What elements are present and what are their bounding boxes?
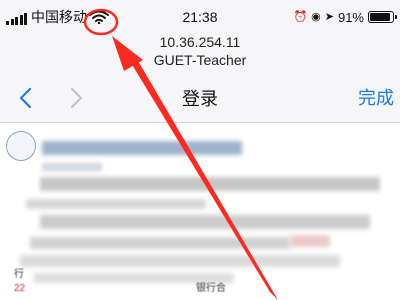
blurred-text-line	[40, 177, 380, 191]
alarm-icon: ⏰	[293, 11, 308, 23]
footer-number: 22	[14, 283, 26, 294]
host-info: 10.36.254.11 GUET-Teacher	[0, 34, 400, 74]
done-button[interactable]: 完成	[358, 88, 394, 108]
blurred-text-line	[20, 255, 340, 267]
host-ip: 10.36.254.11	[159, 34, 241, 50]
captive-portal-content: 行 22 银行合	[0, 123, 400, 300]
right-status-group: ⏰ ◉ ➤ 91%	[293, 9, 397, 25]
school-logo	[6, 131, 36, 161]
footer-label: 行	[14, 269, 24, 280]
status-bar: 中国移动 21:38 ⏰ ◉ ➤ 91%	[0, 0, 400, 34]
network-ssid: GUET-Teacher	[153, 52, 247, 68]
rotation-lock-icon: ◉	[311, 11, 321, 23]
blurred-text-line	[40, 215, 370, 229]
blurred-text-line	[26, 199, 206, 209]
blurred-header-text	[42, 141, 242, 155]
navigation-bar: 登录 完成	[0, 74, 400, 123]
forward-icon	[70, 87, 83, 109]
back-icon[interactable]	[14, 85, 38, 111]
battery-icon	[368, 11, 397, 23]
blurred-text-line	[34, 273, 234, 283]
blurred-text-line	[30, 237, 290, 249]
blurred-header-text	[42, 163, 102, 171]
footer-label: 银行合	[196, 283, 226, 294]
battery-fill	[370, 13, 390, 21]
battery-percentage: 91%	[337, 9, 364, 25]
battery-tip	[395, 15, 397, 19]
blurred-highlight	[290, 235, 330, 247]
page-title: 登录	[182, 89, 218, 109]
location-icon: ➤	[324, 11, 334, 23]
